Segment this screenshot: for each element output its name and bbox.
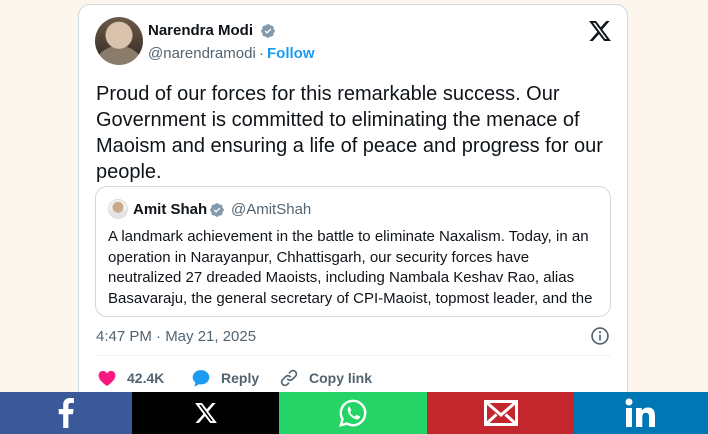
quote-text: A landmark achievement in the battle to … — [108, 228, 593, 307]
share-linkedin-button[interactable] — [574, 392, 708, 434]
share-email-button[interactable] — [427, 392, 574, 434]
linkedin-icon — [625, 398, 655, 427]
x-logo-icon — [194, 403, 217, 423]
share-facebook-button[interactable] — [0, 392, 132, 434]
share-whatsapp-button[interactable] — [279, 392, 427, 434]
reply-button[interactable]: Reply — [191, 367, 259, 389]
verified-badge-icon — [210, 203, 224, 217]
author-avatar[interactable] — [95, 17, 143, 65]
quote-author-avatar — [108, 199, 128, 219]
tweet-text: Proud of our forces for this remarkable … — [96, 83, 603, 183]
envelope-icon — [483, 400, 518, 426]
share-bar — [0, 392, 708, 434]
share-x-button[interactable] — [132, 392, 279, 434]
whatsapp-icon — [339, 399, 367, 427]
quoted-tweet[interactable]: Amit Shah @AmitShah A landmark achieveme… — [95, 186, 611, 317]
quote-author-name: Amit Shah — [133, 201, 208, 218]
tweet-timestamp[interactable]: 4:47 PM · May 21, 2025 — [96, 328, 256, 345]
like-count: 42.4K — [127, 370, 165, 386]
x-logo-icon[interactable] — [589, 21, 611, 41]
author-handle[interactable]: @narendramodi — [148, 45, 256, 62]
follow-button[interactable]: Follow — [267, 45, 315, 62]
link-icon — [280, 369, 298, 387]
heart-icon — [98, 370, 116, 386]
quote-author-handle: @AmitShah — [231, 201, 312, 218]
copy-link-button[interactable]: Copy link — [279, 367, 372, 389]
info-icon[interactable] — [590, 326, 610, 346]
verified-badge-icon — [261, 24, 275, 38]
reply-label: Reply — [221, 370, 260, 386]
tweet-card: Narendra Modi @narendramodi · Follow Pro… — [78, 4, 628, 404]
facebook-icon — [58, 398, 74, 428]
actions-divider — [95, 355, 611, 356]
author-name[interactable]: Narendra Modi — [148, 22, 253, 39]
like-button[interactable]: 42.4K — [97, 367, 164, 389]
copy-link-label: Copy link — [309, 370, 373, 386]
speech-bubble-icon — [192, 370, 210, 387]
handle-separator: · — [259, 45, 264, 62]
